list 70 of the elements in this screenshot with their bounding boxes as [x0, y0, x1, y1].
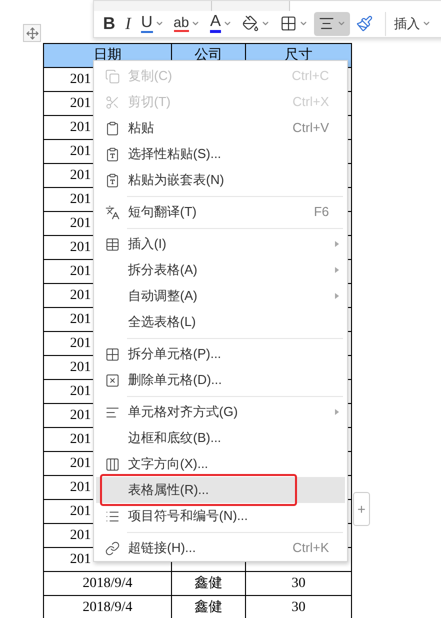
add-row-button[interactable]: + — [353, 492, 370, 526]
menu-item[interactable]: 粘贴 Ctrl+V — [96, 115, 345, 141]
menu-item[interactable]: 拆分单元格(P)... — [96, 341, 345, 367]
italic-button[interactable]: I — [121, 12, 135, 36]
translate-icon — [104, 204, 120, 220]
table-cell: 201 — [70, 336, 91, 350]
menu-item[interactable]: 短句翻译(T) F6 — [96, 199, 345, 225]
menu-item[interactable]: 选择性粘贴(S)... — [96, 141, 345, 167]
menu-item[interactable]: 自动调整(A) — [96, 283, 345, 309]
menu-item[interactable]: 文字方向(X)... — [96, 451, 345, 477]
bold-button[interactable]: B — [99, 12, 120, 36]
clipboard-icon — [104, 120, 120, 136]
paintbrush-icon — [356, 15, 373, 32]
grid-icon — [104, 346, 120, 362]
table-cell: 2018/9/4 — [82, 600, 132, 614]
square-x-icon — [104, 372, 120, 388]
table-cell: 201 — [70, 144, 91, 158]
table-cell: 201 — [70, 192, 91, 206]
table-cell: 201 — [70, 120, 91, 134]
menu-item[interactable]: 表格属性(R)... — [96, 477, 345, 503]
table-cell: 201 — [70, 312, 91, 326]
table-cell: 鑫健 — [194, 600, 222, 614]
underline-button[interactable]: U — [136, 12, 168, 36]
menu-item[interactable]: 插入(I) — [96, 231, 345, 257]
menu-item[interactable]: 超链接(H)... Ctrl+K — [96, 535, 345, 561]
copy-icon — [104, 68, 120, 84]
table-cell: 201 — [70, 504, 91, 518]
table-cell: 201 — [70, 528, 91, 542]
move-icon — [26, 26, 38, 40]
size-field[interactable] — [212, 1, 290, 11]
table-cell: 30 — [292, 576, 306, 590]
menu-item[interactable]: 单元格对齐方式(G) — [96, 399, 345, 425]
table-cell: 2018/9/4 — [82, 576, 132, 590]
table-cell: 201 — [70, 264, 91, 278]
menu-item[interactable]: 拆分表格(A) — [96, 257, 345, 283]
table-cell: 鑫健 — [194, 576, 222, 590]
insert-button[interactable]: 插入 — [394, 14, 431, 34]
clipboard-icon — [104, 146, 120, 162]
table-cell: 30 — [292, 600, 306, 614]
table-cell: 201 — [70, 288, 91, 302]
table-cell: 201 — [70, 408, 91, 422]
menu-item[interactable]: 全选表格(L) — [96, 309, 345, 335]
font-field[interactable] — [94, 1, 212, 11]
scissors-icon — [104, 94, 120, 110]
table-icon — [104, 236, 120, 252]
table-cell: 201 — [70, 384, 91, 398]
table-cell: 201 — [70, 216, 91, 230]
highlight-button[interactable]: ab — [170, 12, 204, 36]
table-cell: 201 — [70, 168, 91, 182]
table-cell: 201 — [70, 432, 91, 446]
table-cell: 201 — [70, 240, 91, 254]
table-cell: 201 — [70, 72, 91, 86]
clipboard-icon — [104, 172, 120, 188]
table-cell: 201 — [70, 552, 91, 566]
align-left-icon — [104, 404, 120, 420]
link-icon — [104, 540, 120, 556]
menu-item[interactable]: 项目符号和编号(N)... — [96, 503, 345, 529]
fill-icon — [242, 15, 259, 32]
menu-item[interactable]: 删除单元格(D)... — [96, 367, 345, 393]
align-button[interactable] — [314, 12, 350, 36]
columns-icon — [104, 456, 120, 472]
move-handle[interactable] — [23, 24, 41, 42]
borders-icon — [280, 15, 297, 32]
table-cell: 201 — [70, 96, 91, 110]
table-cell: 201 — [70, 456, 91, 470]
menu-item[interactable]: 边框和底纹(B)... — [96, 425, 345, 451]
menu-item[interactable]: 粘贴为嵌套表(N) — [96, 167, 345, 193]
table-cell: 201 — [70, 360, 91, 374]
table-cell: 201 — [70, 480, 91, 494]
font-color-button[interactable]: A — [206, 12, 236, 36]
